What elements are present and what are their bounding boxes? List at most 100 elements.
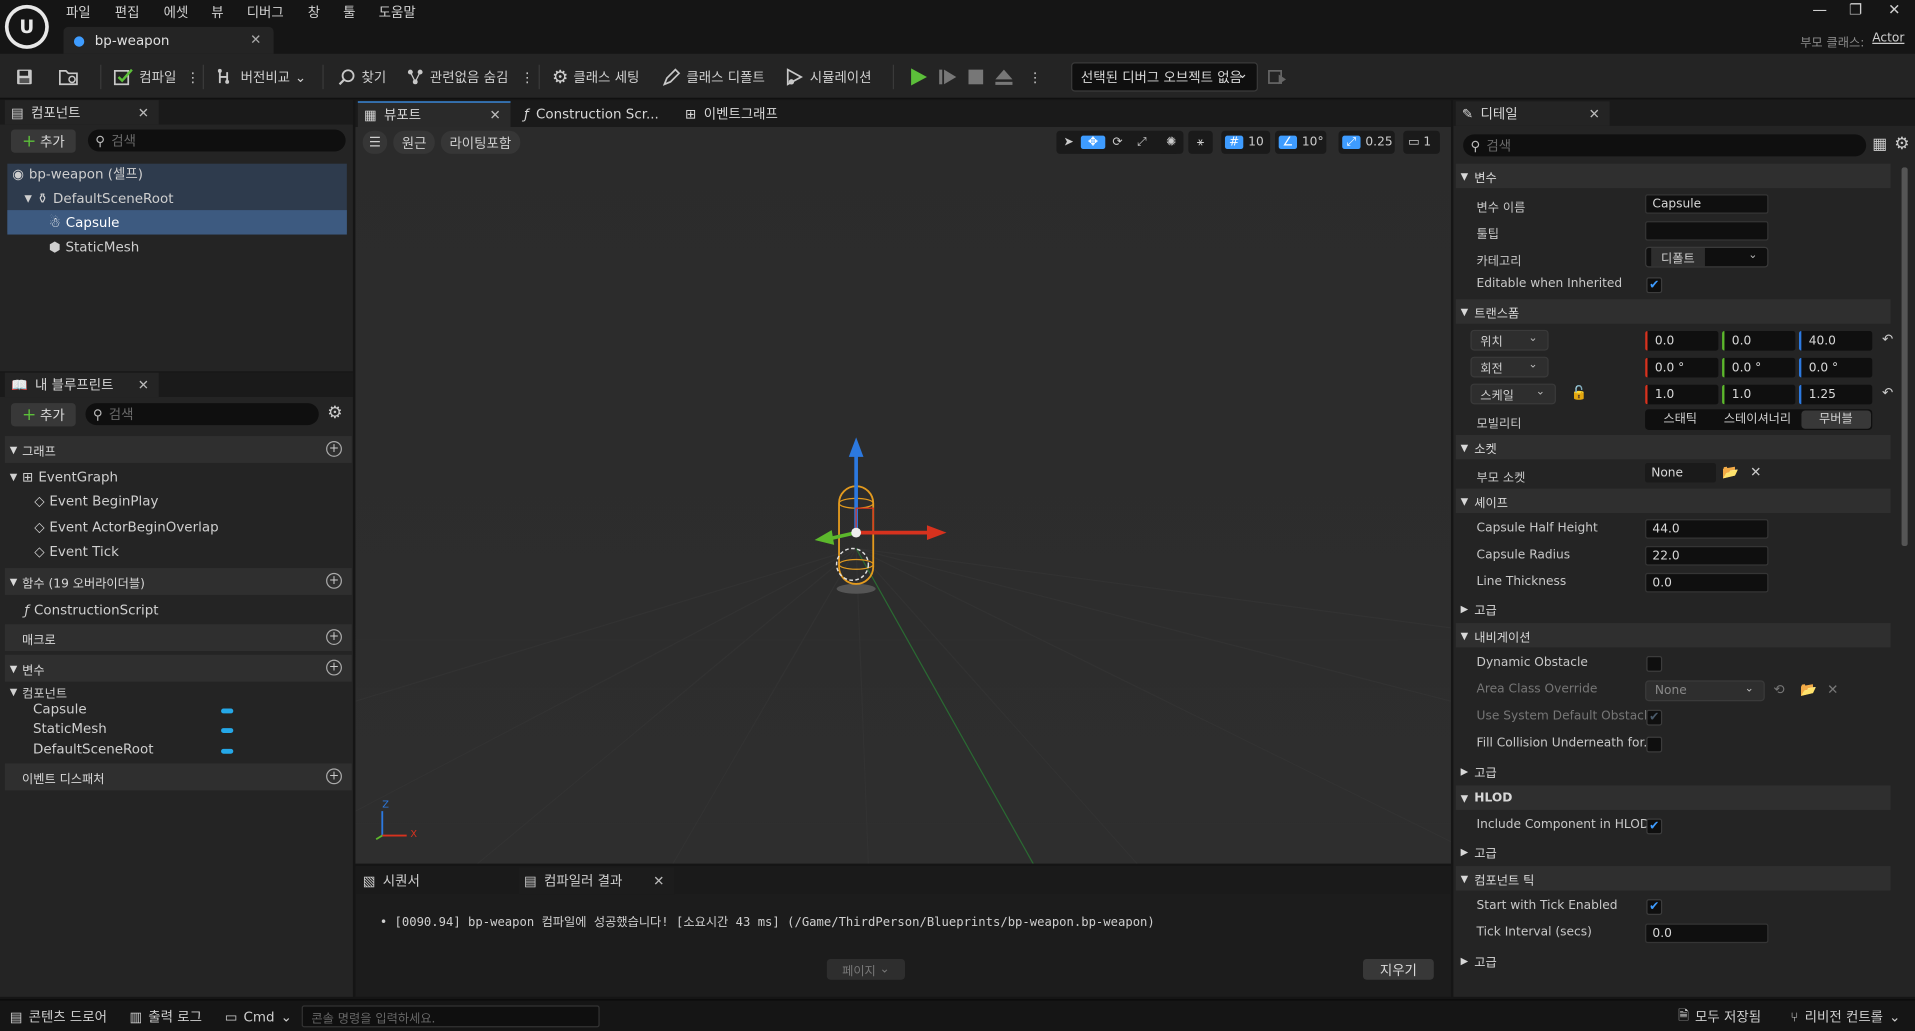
document-tab[interactable]: ● bp-weapon ✕ <box>63 26 274 54</box>
clear-button[interactable]: 지우기 <box>1362 958 1434 980</box>
minimize-icon[interactable]: — <box>1812 1 1827 18</box>
add-component-button[interactable]: + 추가 <box>10 129 76 153</box>
menu-window[interactable]: 창 <box>308 2 320 22</box>
half-height-input[interactable]: 44.0 <box>1645 519 1769 539</box>
clear-icon[interactable]: ✕ <box>1750 464 1761 480</box>
close-icon[interactable]: ✕ <box>489 107 500 123</box>
tree-item-default-scene-root[interactable]: ▼ ⚱ DefaultSceneRoot <box>24 186 173 210</box>
unreal-logo-icon[interactable]: U <box>4 4 49 49</box>
eject-button[interactable] <box>994 65 1014 89</box>
find-button[interactable]: 찾기 <box>337 65 386 89</box>
area-class-dropdown[interactable]: None ⌄ <box>1645 680 1765 702</box>
close-icon[interactable]: ✕ <box>653 873 664 889</box>
location-mode-dropdown[interactable]: 위치 ⌄ <box>1470 329 1549 351</box>
variables-section-header[interactable]: ▼ 변수 + <box>4 654 352 682</box>
mobility-static[interactable]: 스태틱 <box>1645 409 1715 430</box>
menu-tools[interactable]: 툴 <box>343 2 355 22</box>
dispatchers-section-header[interactable]: 이벤트 디스패처 + <box>4 763 352 791</box>
components-var-group[interactable]: ▼ 컴포넌트 <box>10 679 67 703</box>
grid-snap-button[interactable]: # 10 <box>1221 130 1271 154</box>
var-capsule[interactable]: Capsule <box>33 701 87 721</box>
table-view-icon[interactable]: ▦ <box>1872 136 1887 154</box>
console-command-input[interactable]: 콘솔 명령을 입력하세요. <box>301 1005 600 1028</box>
my-blueprint-tab[interactable]: 📖 내 블루프린트 ✕ <box>4 372 159 398</box>
var-static-mesh[interactable]: StaticMesh <box>33 721 107 741</box>
reset-icon[interactable]: ↶ <box>1882 331 1893 347</box>
category-dropdown[interactable]: 디폴트 ⌄ <box>1645 246 1769 268</box>
page-button[interactable]: 페이지 ⌄ <box>826 958 905 980</box>
var-default-scene-root[interactable]: DefaultSceneRoot <box>33 742 153 762</box>
location-y-input[interactable]: 0.0 <box>1722 331 1796 351</box>
tick-advanced-toggle[interactable]: ▶ 고급 <box>1456 948 1891 972</box>
debug-object-dropdown[interactable]: 선택된 디버그 오브젝트 없음 ⌄ <box>1071 62 1258 92</box>
menu-asset[interactable]: 에셋 <box>164 2 189 22</box>
rotation-x-input[interactable]: 0.0 ° <box>1645 357 1719 378</box>
details-tab[interactable]: ✎ 디테일 ✕ <box>1455 101 1610 126</box>
macros-section-header[interactable]: 매크로 + <box>4 624 352 652</box>
translate-icon[interactable]: ✥ <box>1080 135 1106 150</box>
add-blueprint-item-button[interactable]: + 추가 <box>10 403 76 427</box>
tab-event-graph[interactable]: ⊞ 이벤트그래프 <box>685 101 778 125</box>
close-window-icon[interactable]: ✕ <box>1888 1 1900 18</box>
details-scrollbar[interactable] <box>1901 167 1908 547</box>
browse-icon[interactable] <box>57 65 79 89</box>
transform-section-header[interactable]: ▼ 트랜스폼 <box>1455 299 1891 324</box>
sockets-section-header[interactable]: ▼ 소켓 <box>1455 434 1891 460</box>
add-dispatcher-icon[interactable]: + <box>326 768 342 785</box>
tree-item-self[interactable]: ◉ bp-weapon (셀프) <box>12 161 143 185</box>
close-icon[interactable]: ✕ <box>1589 106 1600 122</box>
reset-icon[interactable]: ↶ <box>1882 385 1893 401</box>
revision-control-button[interactable]: ⑂ 리비전 컨트롤 ⌄ <box>1790 1005 1900 1027</box>
save-all-button[interactable]: 🗎 모두 저장됨 <box>1678 1005 1761 1027</box>
add-function-icon[interactable]: + <box>326 572 342 589</box>
hlod-section-header[interactable]: ▼ HLOD <box>1455 785 1891 810</box>
event-actor-begin-overlap-item[interactable]: ◇ Event ActorBeginOverlap <box>34 514 218 538</box>
viewport[interactable]: Z X ☰ 원근 라이팅포함 ➤ ✥ ⟳ ⤢ ✺ ⚹ # 10 ∠ 10° ⤢ … <box>355 127 1451 864</box>
rotation-snap-button[interactable]: ∠ 10° <box>1275 130 1327 154</box>
include-hlod-checkbox[interactable]: ✔ <box>1646 818 1663 835</box>
hide-unrelated-button[interactable]: 관련없음 숨김 ⋮ <box>405 65 534 89</box>
variable-section-header[interactable]: ▼ 변수 <box>1455 163 1891 189</box>
blueprint-search-input[interactable]: ⚲ 검색 <box>85 403 319 426</box>
dynamic-obstacle-checkbox[interactable] <box>1646 655 1663 672</box>
rotation-mode-dropdown[interactable]: 회전 ⌄ <box>1470 356 1549 378</box>
select-icon[interactable]: ➤ <box>1056 136 1080 149</box>
add-macro-icon[interactable]: + <box>326 629 342 646</box>
add-variable-icon[interactable]: + <box>326 659 342 676</box>
add-graph-icon[interactable]: + <box>326 440 342 457</box>
gear-icon[interactable]: ⚙ <box>1894 134 1909 154</box>
menu-view[interactable]: 뷰 <box>211 2 223 22</box>
component-tick-section-header[interactable]: ▼ 컴포넌트 틱 <box>1455 866 1891 891</box>
surface-snap-icon[interactable]: ⚹ <box>1188 130 1213 154</box>
graphs-section-header[interactable]: ▼ 그래프 + <box>4 436 352 463</box>
menu-help[interactable]: 도움말 <box>379 2 416 22</box>
transform-gizmo[interactable] <box>810 432 957 603</box>
more-options-icon[interactable]: ⋮ <box>521 69 534 85</box>
shape-advanced-toggle[interactable]: ▶ 고급 <box>1456 596 1891 620</box>
close-icon[interactable]: ✕ <box>138 104 149 120</box>
navigation-section-header[interactable]: ▼ 내비게이션 <box>1455 623 1891 648</box>
world-local-icon[interactable]: ✺ <box>1159 130 1184 154</box>
use-selected-icon[interactable]: ⟲ <box>1773 682 1784 698</box>
diff-button[interactable]: 버전비교 ⌄ <box>216 65 306 89</box>
mobility-movable[interactable]: 무버블 <box>1800 410 1872 429</box>
hlod-advanced-toggle[interactable]: ▶ 고급 <box>1456 839 1891 863</box>
menu-file[interactable]: 파일 <box>66 2 91 22</box>
lit-mode-button[interactable]: 라이팅포함 <box>440 130 520 154</box>
class-defaults-button[interactable]: 클래스 디폴트 <box>662 65 765 89</box>
functions-section-header[interactable]: ▼ 함수 (19 오버라이더블) + <box>4 568 352 595</box>
shape-section-header[interactable]: ▼ 셰이프 <box>1455 488 1891 514</box>
tick-interval-input[interactable]: 0.0 <box>1645 923 1769 944</box>
cmd-dropdown[interactable]: ▭ Cmd ⌄ <box>225 1005 292 1027</box>
navigation-advanced-toggle[interactable]: ▶ 고급 <box>1456 759 1891 783</box>
parent-socket-field[interactable]: None <box>1645 462 1716 483</box>
start-tick-checkbox[interactable]: ✔ <box>1646 899 1663 915</box>
rotation-z-input[interactable]: 0.0 ° <box>1798 357 1873 378</box>
event-tick-item[interactable]: ◇ Event Tick <box>34 539 119 563</box>
radius-input[interactable]: 22.0 <box>1645 546 1769 566</box>
scale-icon[interactable]: ⤢ <box>1130 136 1154 149</box>
gear-icon[interactable]: ⚙ <box>327 403 342 423</box>
class-settings-button[interactable]: ⚙ 클래스 세팅 <box>552 65 639 89</box>
more-options-icon[interactable]: ⋮ <box>1028 65 1041 89</box>
camera-speed-button[interactable]: ▭ 1 <box>1403 130 1440 154</box>
